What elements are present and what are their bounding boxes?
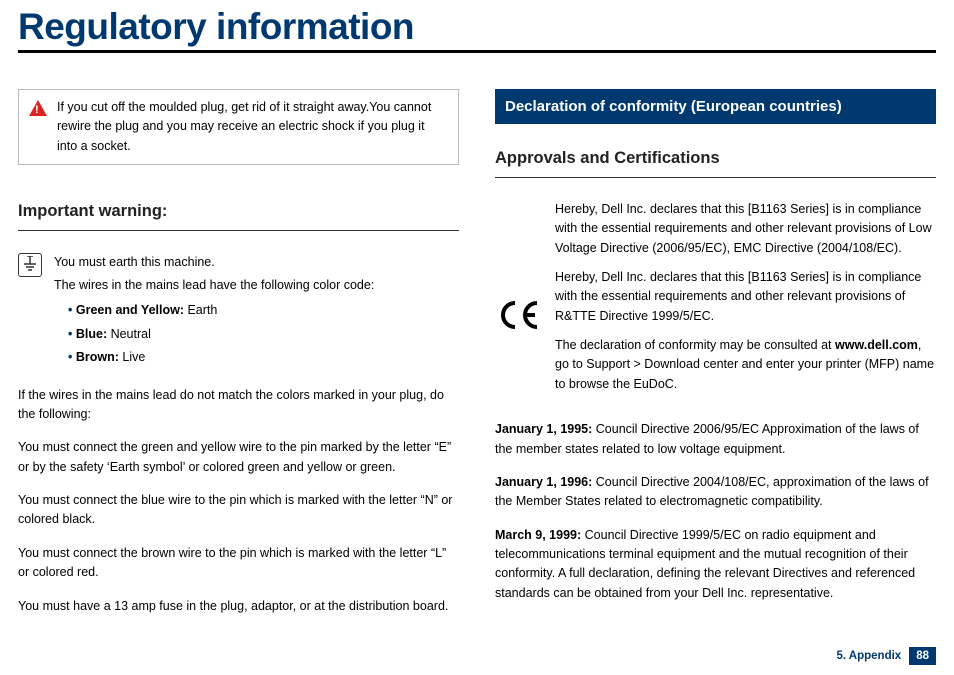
wire-green-yellow: Green and Yellow: Earth xyxy=(68,301,374,320)
warning-triangle-icon xyxy=(29,100,47,116)
right-column: Declaration of conformity (European coun… xyxy=(495,89,936,630)
left-column: If you cut off the moulded plug, get rid… xyxy=(18,89,459,630)
wire-blue: Blue: Neutral xyxy=(68,325,374,344)
ce-statement-3: The declaration of conformity may be con… xyxy=(555,336,936,394)
earth-block: You must earth this machine. The wires i… xyxy=(18,253,459,372)
earth-line2: The wires in the mains lead have the fol… xyxy=(54,276,374,295)
ce-mark-icon xyxy=(495,226,541,404)
footer-page-number: 88 xyxy=(909,647,936,665)
important-warning-heading: Important warning: xyxy=(18,199,459,231)
earth-line1: You must earth this machine. xyxy=(54,253,374,272)
ce-text: Hereby, Dell Inc. declares that this [B1… xyxy=(555,200,936,404)
directive-1995: January 1, 1995: Council Directive 2006/… xyxy=(495,420,936,459)
approvals-heading: Approvals and Certifications xyxy=(495,146,936,178)
warning-text: If you cut off the moulded plug, get rid… xyxy=(57,98,448,156)
footer-section: 5. Appendix xyxy=(836,650,901,662)
warning-box: If you cut off the moulded plug, get rid… xyxy=(18,89,459,165)
directive-1996: January 1, 1996: Council Directive 2004/… xyxy=(495,473,936,512)
para-intro: If the wires in the mains lead do not ma… xyxy=(18,386,459,425)
content-columns: If you cut off the moulded plug, get rid… xyxy=(18,89,936,630)
para-e-wire: You must connect the green and yellow wi… xyxy=(18,438,459,477)
wire-brown: Brown: Live xyxy=(68,348,374,367)
para-fuse: You must have a 13 amp fuse in the plug,… xyxy=(18,597,459,616)
earth-text: You must earth this machine. The wires i… xyxy=(54,253,374,372)
ce-statement-2: Hereby, Dell Inc. declares that this [B1… xyxy=(555,268,936,326)
wire-color-list: Green and Yellow: Earth Blue: Neutral Br… xyxy=(54,301,374,367)
page-title: Regulatory information xyxy=(18,0,936,53)
declaration-section-bar: Declaration of conformity (European coun… xyxy=(495,89,936,124)
earth-symbol-icon xyxy=(18,253,42,277)
ce-block: Hereby, Dell Inc. declares that this [B1… xyxy=(495,200,936,404)
para-n-wire: You must connect the blue wire to the pi… xyxy=(18,491,459,530)
ce-statement-1: Hereby, Dell Inc. declares that this [B1… xyxy=(555,200,936,258)
page-footer: 5. Appendix 88 xyxy=(836,647,936,665)
directive-1999: March 9, 1999: Council Directive 1999/5/… xyxy=(495,526,936,604)
para-l-wire: You must connect the brown wire to the p… xyxy=(18,544,459,583)
